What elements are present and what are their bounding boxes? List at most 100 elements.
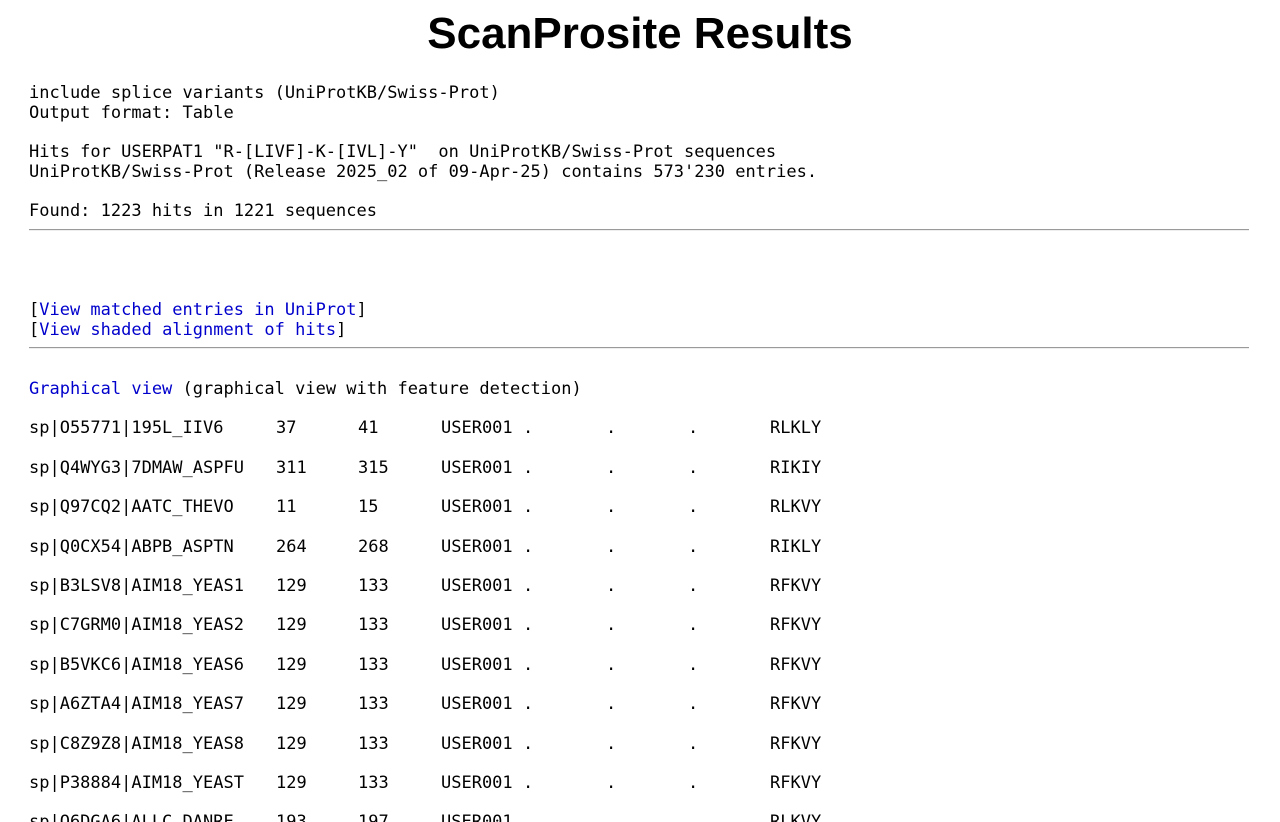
stop-position: 315 bbox=[358, 458, 389, 478]
close-bracket: ] bbox=[336, 320, 347, 340]
stop-position: 268 bbox=[358, 537, 389, 557]
placeholder-dot: . bbox=[523, 655, 534, 675]
placeholder-dot: . bbox=[523, 497, 534, 517]
placeholder-dot: . bbox=[523, 694, 534, 714]
matched-sequence: RFKVY bbox=[770, 773, 822, 793]
table-row: sp|Q6DGA6|ALLC_DANRE 193 197 USER001 . .… bbox=[0, 812, 1280, 822]
matched-sequence: RLKLY bbox=[770, 418, 822, 438]
stop-position: 133 bbox=[358, 615, 389, 635]
placeholder-dot: . bbox=[688, 615, 699, 635]
pattern-id: USER001 bbox=[441, 655, 513, 675]
pattern-id: USER001 bbox=[441, 576, 513, 596]
placeholder-dot: . bbox=[606, 418, 617, 438]
pattern-id: USER001 bbox=[441, 734, 513, 754]
matched-sequence: RFKVY bbox=[770, 734, 822, 754]
start-position: 37 bbox=[276, 418, 297, 438]
placeholder-dot: . bbox=[688, 458, 699, 478]
placeholder-dot: . bbox=[688, 537, 699, 557]
placeholder-dot: . bbox=[606, 773, 617, 793]
matched-sequence: RFKVY bbox=[770, 576, 822, 596]
placeholder-dot: . bbox=[606, 655, 617, 675]
sequence-id: sp|C7GRM0|AIM18_YEAS2 bbox=[29, 615, 244, 635]
stop-position: 133 bbox=[358, 773, 389, 793]
pattern-id: USER001 bbox=[441, 537, 513, 557]
pattern-id: USER001 bbox=[441, 773, 513, 793]
placeholder-dot: . bbox=[688, 694, 699, 714]
placeholder-dot: . bbox=[606, 812, 617, 822]
stop-position: 15 bbox=[358, 497, 379, 517]
start-position: 129 bbox=[276, 576, 307, 596]
placeholder-dot: . bbox=[523, 812, 534, 822]
placeholder-dot: . bbox=[606, 694, 617, 714]
matched-sequence: RFKVY bbox=[770, 655, 822, 675]
stop-position: 41 bbox=[358, 418, 379, 438]
stop-position: 133 bbox=[358, 734, 389, 754]
start-position: 129 bbox=[276, 615, 307, 635]
sequence-id: sp|B3LSV8|AIM18_YEAS1 bbox=[29, 576, 244, 596]
table-row: sp|Q0CX54|ABPB_ASPTN 264 268 USER001 . .… bbox=[0, 537, 1280, 557]
divider bbox=[29, 347, 1249, 349]
stop-position: 133 bbox=[358, 655, 389, 675]
placeholder-dot: . bbox=[523, 418, 534, 438]
start-position: 129 bbox=[276, 655, 307, 675]
view-shaded-alignment-link-line: [View shaded alignment of hits] bbox=[29, 320, 346, 340]
placeholder-dot: . bbox=[688, 497, 699, 517]
stop-position: 133 bbox=[358, 576, 389, 596]
sequence-id: sp|P38884|AIM18_YEAST bbox=[29, 773, 244, 793]
matched-sequence: RFKVY bbox=[770, 615, 822, 635]
table-row: sp|B5VKC6|AIM18_YEAS6 129 133 USER001 . … bbox=[0, 655, 1280, 675]
sequence-id: sp|Q4WYG3|7DMAW_ASPFU bbox=[29, 458, 244, 478]
stop-position: 197 bbox=[358, 812, 389, 822]
output-format-setting: Output format: Table bbox=[29, 103, 234, 123]
open-bracket: [ bbox=[29, 320, 40, 340]
start-position: 129 bbox=[276, 694, 307, 714]
placeholder-dot: . bbox=[688, 773, 699, 793]
view-shaded-alignment-link[interactable]: View shaded alignment of hits bbox=[39, 320, 336, 340]
table-row: sp|C8Z9Z8|AIM18_YEAS8 129 133 USER001 . … bbox=[0, 734, 1280, 754]
placeholder-dot: . bbox=[688, 734, 699, 754]
placeholder-dot: . bbox=[606, 458, 617, 478]
placeholder-dot: . bbox=[606, 576, 617, 596]
pattern-id: USER001 bbox=[441, 458, 513, 478]
placeholder-dot: . bbox=[688, 812, 699, 822]
stop-position: 133 bbox=[358, 694, 389, 714]
placeholder-dot: . bbox=[606, 537, 617, 557]
matched-sequence: RFKVY bbox=[770, 694, 822, 714]
found-summary: Found: 1223 hits in 1221 sequences bbox=[29, 201, 377, 221]
placeholder-dot: . bbox=[688, 655, 699, 675]
table-row: sp|O55771|195L_IIV6 37 41 USER001 . . . … bbox=[0, 418, 1280, 438]
sequence-id: sp|O55771|195L_IIV6 bbox=[29, 418, 224, 438]
graphical-view-line: Graphical view (graphical view with feat… bbox=[29, 379, 582, 399]
table-row: sp|Q97CQ2|AATC_THEVO 11 15 USER001 . . .… bbox=[0, 497, 1280, 517]
placeholder-dot: . bbox=[523, 615, 534, 635]
hits-description: Hits for USERPAT1 "R-[LIVF]-K-[IVL]-Y" o… bbox=[29, 142, 777, 162]
pattern-id: USER001 bbox=[441, 418, 513, 438]
matched-sequence: RIKIY bbox=[770, 458, 822, 478]
view-matched-entries-link[interactable]: View matched entries in UniProt bbox=[39, 300, 356, 320]
open-bracket: [ bbox=[29, 300, 40, 320]
table-row: sp|C7GRM0|AIM18_YEAS2 129 133 USER001 . … bbox=[0, 615, 1280, 635]
start-position: 129 bbox=[276, 773, 307, 793]
placeholder-dot: . bbox=[523, 773, 534, 793]
placeholder-dot: . bbox=[523, 576, 534, 596]
graphical-view-link[interactable]: Graphical view bbox=[29, 379, 172, 399]
release-info: UniProtKB/Swiss-Prot (Release 2025_02 of… bbox=[29, 162, 818, 182]
sequence-id: sp|Q6DGA6|ALLC_DANRE bbox=[29, 812, 234, 822]
divider bbox=[29, 229, 1249, 231]
view-matched-entries-link-line: [View matched entries in UniProt] bbox=[29, 300, 367, 320]
matched-sequence: RIKLY bbox=[770, 537, 822, 557]
graphical-view-note: (graphical view with feature detection) bbox=[172, 379, 582, 399]
start-position: 11 bbox=[276, 497, 297, 517]
pattern-id: USER001 bbox=[441, 497, 513, 517]
placeholder-dot: . bbox=[523, 537, 534, 557]
pattern-id: USER001 bbox=[441, 694, 513, 714]
pattern-id: USER001 bbox=[441, 615, 513, 635]
placeholder-dot: . bbox=[688, 418, 699, 438]
start-position: 193 bbox=[276, 812, 307, 822]
placeholder-dot: . bbox=[688, 576, 699, 596]
sequence-id: sp|C8Z9Z8|AIM18_YEAS8 bbox=[29, 734, 244, 754]
placeholder-dot: . bbox=[523, 734, 534, 754]
table-row: sp|Q4WYG3|7DMAW_ASPFU 311 315 USER001 . … bbox=[0, 458, 1280, 478]
sequence-id: sp|Q97CQ2|AATC_THEVO bbox=[29, 497, 234, 517]
pattern-id: USER001 bbox=[441, 812, 513, 822]
